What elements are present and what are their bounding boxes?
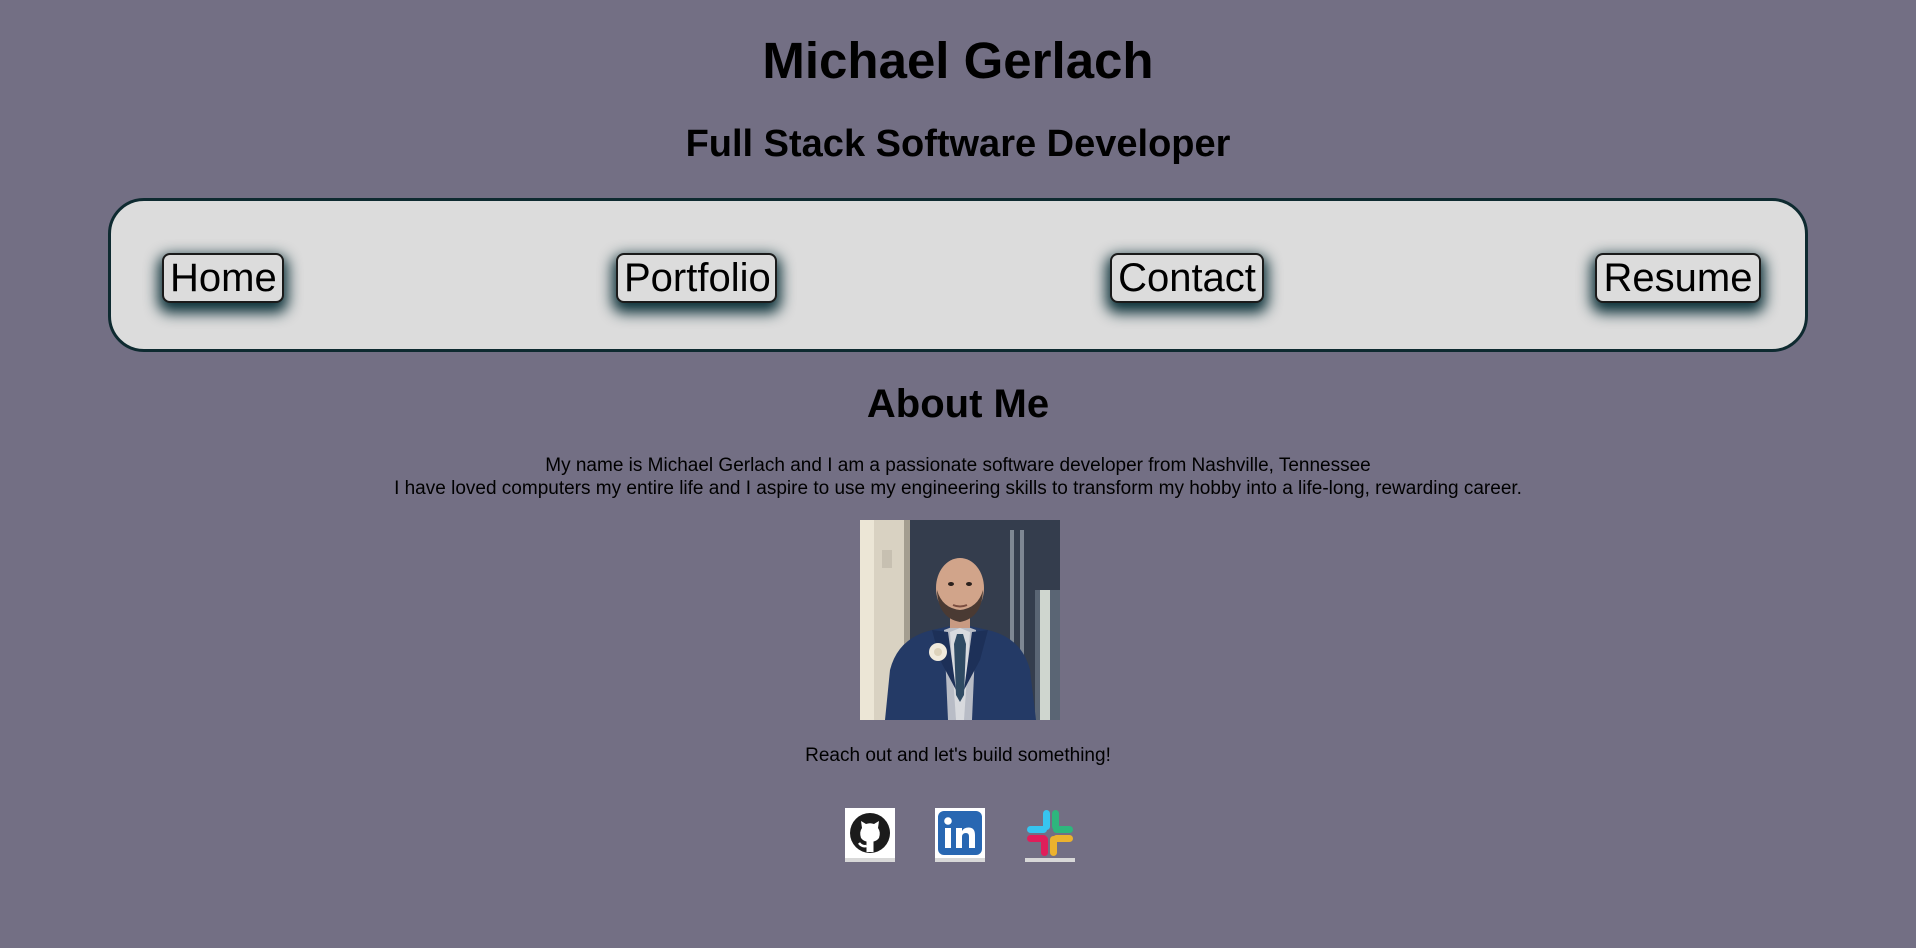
main-navigation: Home Portfolio Contact Resume — [108, 198, 1808, 352]
slack-link[interactable] — [1025, 808, 1075, 862]
linkedin-icon — [935, 808, 985, 862]
job-title: Full Stack Software Developer — [685, 123, 1231, 165]
nav-portfolio-button[interactable]: Portfolio — [616, 253, 777, 303]
profile-photo — [860, 520, 1060, 720]
github-link[interactable] — [845, 808, 895, 862]
bio-text: My name is Michael Gerlach and I am a pa… — [0, 454, 1916, 500]
site-owner-name: Michael Gerlach — [762, 32, 1154, 89]
about-heading: About Me — [866, 382, 1050, 426]
bio-line-2: I have loved computers my entire life an… — [394, 478, 1522, 499]
nav-resume-button[interactable]: Resume — [1595, 253, 1761, 303]
nav-home-button[interactable]: Home — [162, 253, 284, 303]
slack-icon — [1025, 810, 1075, 862]
github-icon — [845, 808, 895, 862]
call-to-action: Reach out and let's build something! — [805, 745, 1111, 766]
nav-contact-button[interactable]: Contact — [1110, 253, 1264, 303]
linkedin-link[interactable] — [935, 808, 985, 862]
bio-line-1: My name is Michael Gerlach and I am a pa… — [545, 455, 1371, 476]
